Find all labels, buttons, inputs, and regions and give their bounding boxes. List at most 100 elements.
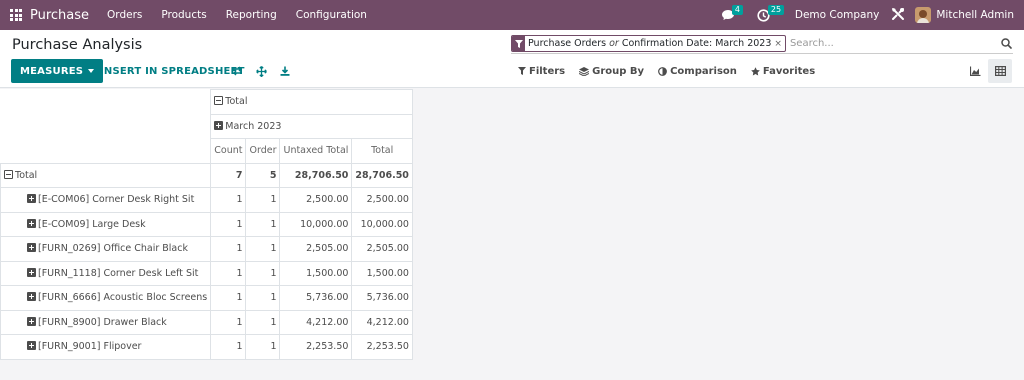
cell-count[interactable]: 7	[210, 162, 247, 188]
cell-untaxed-total[interactable]: 2,500.00	[279, 187, 353, 213]
row-header-product[interactable]: [E-COM09] Large Desk	[0, 211, 212, 237]
search-bar: Purchase Orders or Confirmation Date: Ma…	[511, 34, 1013, 54]
pivot-row: [E-COM06] Corner Desk Right Sit 1 1 2,50…	[0, 187, 413, 213]
cell-order[interactable]: 5	[245, 162, 281, 188]
area-chart-icon	[969, 66, 980, 76]
user-menu[interactable]: Mitchell Admin	[936, 9, 1014, 21]
download-icon[interactable]	[279, 65, 291, 77]
measure-order-header[interactable]: Order	[245, 138, 281, 164]
insert-in-spreadsheet-button[interactable]: INSERT IN SPREADSHEET	[100, 59, 245, 83]
row-header-product[interactable]: [FURN_8900] Drawer Black	[0, 309, 212, 335]
row-header-product[interactable]: [FURN_6666] Acoustic Bloc Screens	[0, 285, 212, 311]
cell-count[interactable]: 1	[210, 187, 247, 213]
company-switcher[interactable]: Demo Company	[795, 9, 880, 21]
facet-or: or	[609, 38, 619, 49]
activity-menu[interactable]: 25	[757, 0, 785, 30]
col-header-month[interactable]: March 2023	[210, 113, 413, 139]
expand-icon	[27, 243, 36, 253]
systray: 4 25 Demo Company Mitchell Admin	[721, 0, 1024, 30]
cell-total[interactable]: 4,212.00	[351, 309, 413, 335]
pivot-row: [FURN_6666] Acoustic Bloc Screens 1 1 5,…	[0, 285, 413, 311]
cell-total[interactable]: 2,253.50	[351, 334, 413, 360]
filters-dropdown[interactable]: Filters	[518, 66, 565, 77]
star-icon	[751, 66, 760, 75]
favorites-dropdown[interactable]: Favorites	[751, 66, 815, 77]
cell-count[interactable]: 1	[210, 211, 247, 237]
row-header-label: [FURN_8900] Drawer Black	[38, 316, 167, 328]
row-header-label: [FURN_1118] Corner Desk Left Sit	[38, 267, 199, 279]
cell-order[interactable]: 1	[245, 236, 281, 262]
cell-order[interactable]: 1	[245, 309, 281, 335]
cell-count[interactable]: 1	[210, 285, 247, 311]
cell-untaxed-total[interactable]: 1,500.00	[279, 260, 353, 286]
menu-configuration[interactable]: Configuration	[296, 9, 367, 21]
row-header-total[interactable]: Total	[0, 162, 212, 188]
cell-untaxed-total[interactable]: 28,706.50	[279, 162, 353, 188]
cell-total[interactable]: 5,736.00	[351, 285, 413, 311]
facet-value: Purchase Orders or Confirmation Date: Ma…	[525, 36, 774, 51]
cell-count[interactable]: 1	[210, 260, 247, 286]
cell-untaxed-total[interactable]: 4,212.00	[279, 309, 353, 335]
expand-all-icon[interactable]	[255, 65, 267, 77]
menu-products[interactable]: Products	[161, 9, 206, 21]
user-avatar[interactable]	[915, 7, 932, 23]
expand-icon	[27, 341, 36, 351]
cell-order[interactable]: 1	[245, 260, 281, 286]
expand-icon	[27, 194, 36, 204]
flip-axis-icon[interactable]	[231, 65, 243, 77]
collapse-icon	[4, 169, 13, 179]
expand-icon	[27, 218, 36, 228]
row-header-label: [FURN_6666] Acoustic Bloc Screens	[38, 292, 208, 304]
cell-order[interactable]: 1	[245, 285, 281, 311]
pivot-view: Total March 2023 Count Order Untaxed Tot…	[0, 89, 413, 360]
debug-tools-icon[interactable]	[891, 7, 905, 24]
pivot-row: [FURN_9001] Flipover 1 1 2,253.50 2,253.…	[0, 334, 413, 360]
cell-count[interactable]: 1	[210, 334, 247, 360]
filters-label: Filters	[529, 65, 566, 77]
app-name[interactable]: Purchase	[30, 8, 89, 23]
cell-order[interactable]: 1	[245, 211, 281, 237]
apps-menu-icon[interactable]	[2, 0, 30, 30]
cell-total[interactable]: 2,500.00	[351, 187, 413, 213]
expand-icon	[214, 120, 224, 130]
cell-untaxed-total[interactable]: 10,000.00	[279, 211, 353, 237]
menu-reporting[interactable]: Reporting	[226, 9, 277, 21]
facet-confirmation-date: Confirmation Date: March 2023	[621, 38, 772, 49]
cell-untaxed-total[interactable]: 2,253.50	[279, 334, 353, 360]
cell-total[interactable]: 10,000.00	[351, 211, 413, 237]
search-icon[interactable]	[999, 37, 1013, 51]
cell-count[interactable]: 1	[210, 236, 247, 262]
cell-total[interactable]: 2,505.00	[351, 236, 413, 262]
pivot-view-button[interactable]	[988, 59, 1012, 83]
measures-label: MEASURES	[20, 65, 84, 77]
row-header-product[interactable]: [FURN_1118] Corner Desk Left Sit	[0, 260, 212, 286]
messaging-menu[interactable]: 4	[721, 0, 743, 30]
measures-button[interactable]: MEASURES	[11, 59, 104, 83]
cell-untaxed-total[interactable]: 5,736.00	[279, 285, 353, 311]
row-header-label: [FURN_0269] Office Chair Black	[38, 243, 188, 255]
cell-total[interactable]: 28,706.50	[351, 162, 413, 188]
graph-view-button[interactable]	[963, 59, 987, 83]
measure-count-header[interactable]: Count	[210, 138, 247, 164]
cell-count[interactable]: 1	[210, 309, 247, 335]
page-title: Purchase Analysis	[12, 37, 143, 53]
row-header-product[interactable]: [E-COM06] Corner Desk Right Sit	[0, 187, 212, 213]
menu-orders[interactable]: Orders	[107, 9, 142, 21]
search-input[interactable]	[789, 38, 999, 49]
pivot-row: [E-COM09] Large Desk 1 1 10,000.00 10,00…	[0, 211, 413, 237]
col-header-total[interactable]: Total	[210, 89, 413, 115]
facet-remove-button[interactable]: ×	[774, 36, 785, 51]
cell-order[interactable]: 1	[245, 187, 281, 213]
cell-untaxed-total[interactable]: 2,505.00	[279, 236, 353, 262]
search-facet: Purchase Orders or Confirmation Date: Ma…	[511, 35, 786, 52]
row-header-product[interactable]: [FURN_0269] Office Chair Black	[0, 236, 212, 262]
group-by-dropdown[interactable]: Group By	[579, 66, 644, 77]
measure-untaxed-total-header[interactable]: Untaxed Total	[279, 138, 353, 164]
collapse-icon	[214, 96, 224, 106]
cell-total[interactable]: 1,500.00	[351, 260, 413, 286]
cell-order[interactable]: 1	[245, 334, 281, 360]
top-navbar: Purchase Orders Products Reporting Confi…	[0, 0, 1024, 30]
comparison-dropdown[interactable]: Comparison	[658, 66, 737, 77]
measure-total-header[interactable]: Total	[351, 138, 413, 164]
row-header-product[interactable]: [FURN_9001] Flipover	[0, 334, 212, 360]
